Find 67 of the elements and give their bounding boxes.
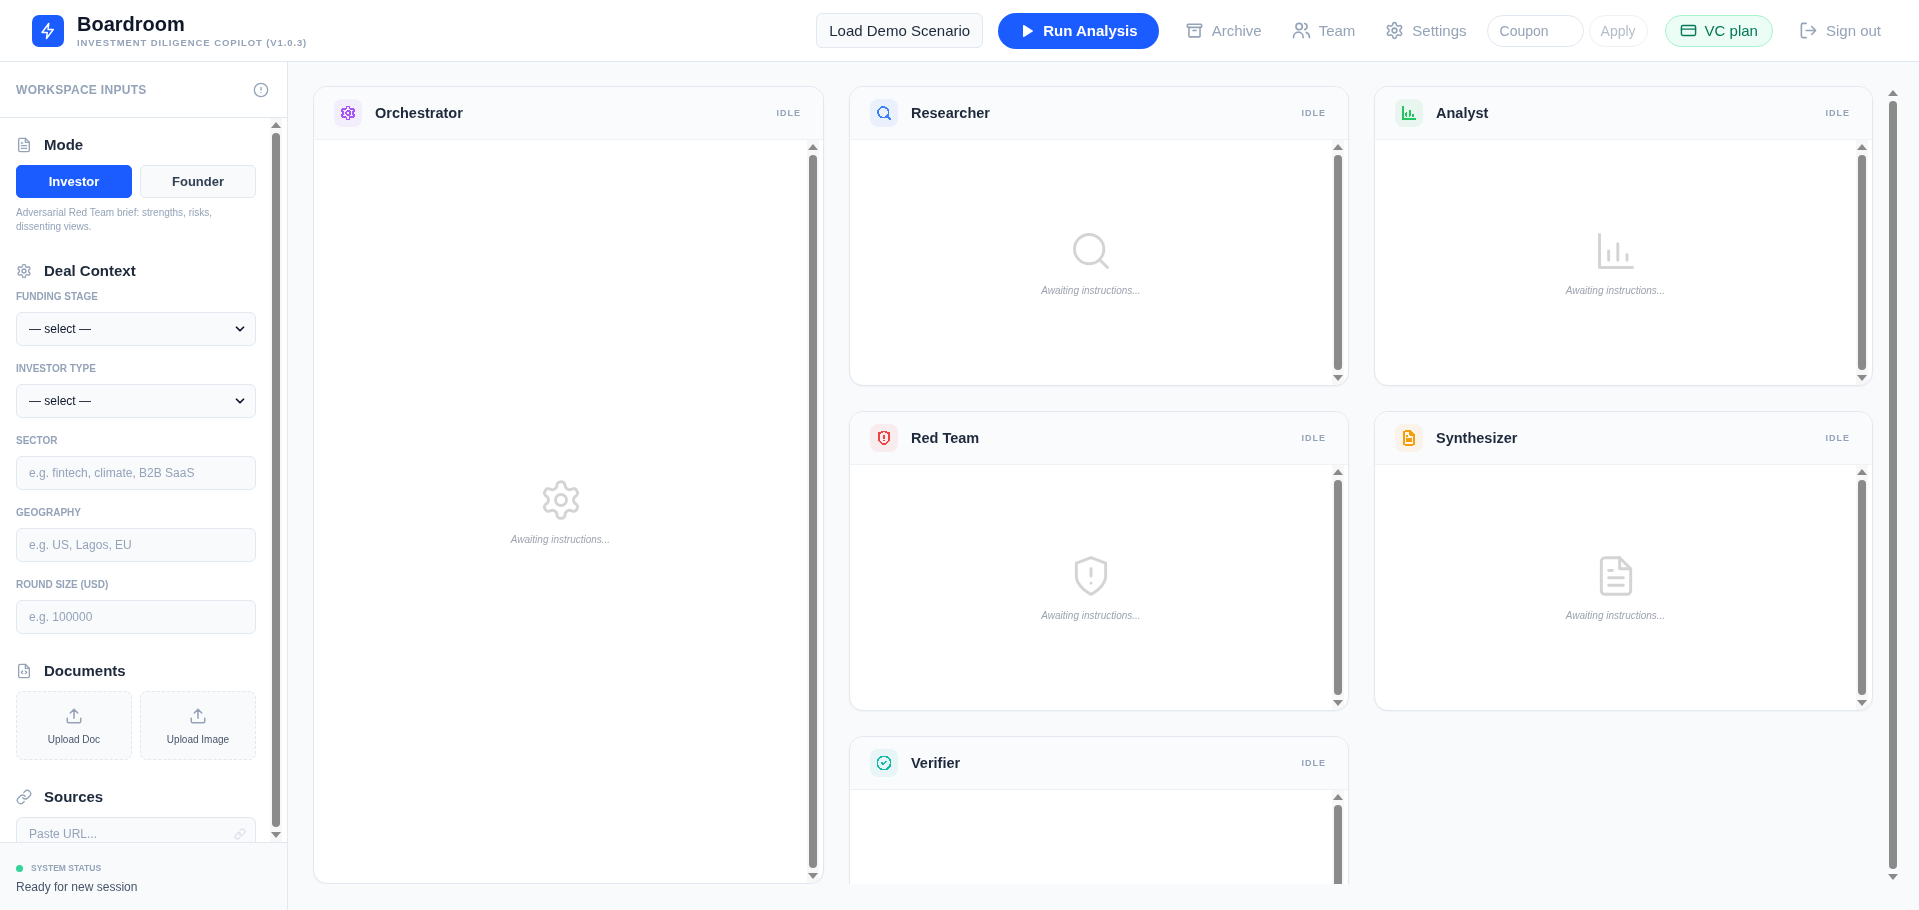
agent-status: IDLE: [1301, 108, 1326, 118]
agent-title: Verifier: [911, 755, 962, 771]
mode-option[interactable]: Founder: [140, 165, 256, 198]
upload-icon: [65, 706, 83, 725]
settings-icon: [16, 262, 32, 279]
agent-title: Red Team: [911, 430, 981, 446]
section-heading: Deal Context: [44, 262, 136, 279]
scrollbar[interactable]: [807, 140, 819, 883]
scrollbar[interactable]: [1332, 140, 1344, 385]
scrollbar[interactable]: [1856, 140, 1868, 385]
mode-hint: Adversarial Red Team brief: strengths, risks, dissenting views.: [16, 206, 213, 234]
link-icon: [16, 788, 32, 805]
field-label: FUNDING STAGE: [16, 291, 100, 302]
settings-icon: [1385, 21, 1405, 40]
section-heading: Documents: [44, 662, 126, 679]
placeholder-message: Awaiting instructions...: [1565, 285, 1666, 296]
placeholder-message: Awaiting instructions...: [1565, 610, 1666, 621]
upload-button[interactable]: Upload Image: [140, 691, 256, 760]
users-icon: [1291, 21, 1311, 40]
load-demo-button[interactable]: Load Demo Scenario: [816, 13, 984, 48]
agent-title: Analyst: [1436, 105, 1490, 121]
upload-button[interactable]: Upload Doc: [16, 691, 132, 760]
document-icon: [16, 136, 32, 153]
archive-icon: [1184, 21, 1204, 40]
scrollbar[interactable]: [1332, 465, 1344, 710]
select-field[interactable]: — select —: [16, 384, 256, 418]
url-field[interactable]: Paste URL...: [16, 817, 256, 842]
upload-icon: [189, 706, 207, 725]
field-label: ROUND SIZE (USD): [16, 579, 110, 590]
info-icon: [253, 81, 269, 98]
code-file-icon: [16, 662, 32, 679]
status-message: Ready for new session: [16, 880, 139, 894]
placeholder-message: Awaiting instructions...: [510, 534, 611, 545]
run-analysis-button[interactable]: Run Analysis: [998, 12, 1159, 49]
agent-title: Orchestrator: [375, 105, 464, 121]
input-field[interactable]: e.g. US, Lagos, EU: [16, 528, 256, 562]
coupon-field[interactable]: Coupon: [1486, 14, 1584, 47]
agent-status: IDLE: [1825, 433, 1850, 443]
select-field[interactable]: — select —: [16, 312, 256, 346]
card-icon: [1679, 22, 1697, 39]
status-dot: [16, 864, 23, 872]
app-title: Boardroom: [77, 13, 186, 35]
link-icon: [234, 828, 246, 840]
field-label: GEOGRAPHY: [16, 507, 82, 518]
plan-button[interactable]: VC plan: [1664, 14, 1773, 47]
sign-out-icon: [1798, 21, 1818, 40]
scrollbar[interactable]: [270, 118, 282, 842]
input-field[interactable]: e.g. 100000: [16, 600, 256, 634]
agent-status: IDLE: [1301, 758, 1326, 768]
section-heading: Mode: [44, 136, 84, 153]
placeholder-message: Awaiting instructions...: [1041, 285, 1141, 296]
status-label: SYSTEM STATUS: [31, 863, 102, 873]
logo-icon: [32, 14, 64, 47]
field-label: SECTOR: [16, 435, 59, 446]
agent-status: IDLE: [776, 108, 801, 118]
sidebar-title: WORKSPACE INPUTS: [16, 82, 147, 97]
section-heading: Sources: [44, 788, 104, 805]
input-field[interactable]: e.g. fintech, climate, B2B SaaS: [16, 456, 256, 490]
agent-status: IDLE: [1301, 433, 1326, 443]
app-subtitle: INVESTMENT DILIGENCE COPILOT (V1.0.3): [77, 37, 308, 48]
agent-title: Researcher: [911, 105, 991, 121]
mode-option[interactable]: Investor: [16, 165, 132, 198]
agent-title: Synthesizer: [1436, 430, 1519, 446]
scrollbar[interactable]: [1856, 465, 1868, 710]
field-label: INVESTOR TYPE: [16, 363, 97, 374]
placeholder-message: Awaiting instructions...: [1041, 610, 1141, 621]
agent-status: IDLE: [1825, 108, 1850, 118]
